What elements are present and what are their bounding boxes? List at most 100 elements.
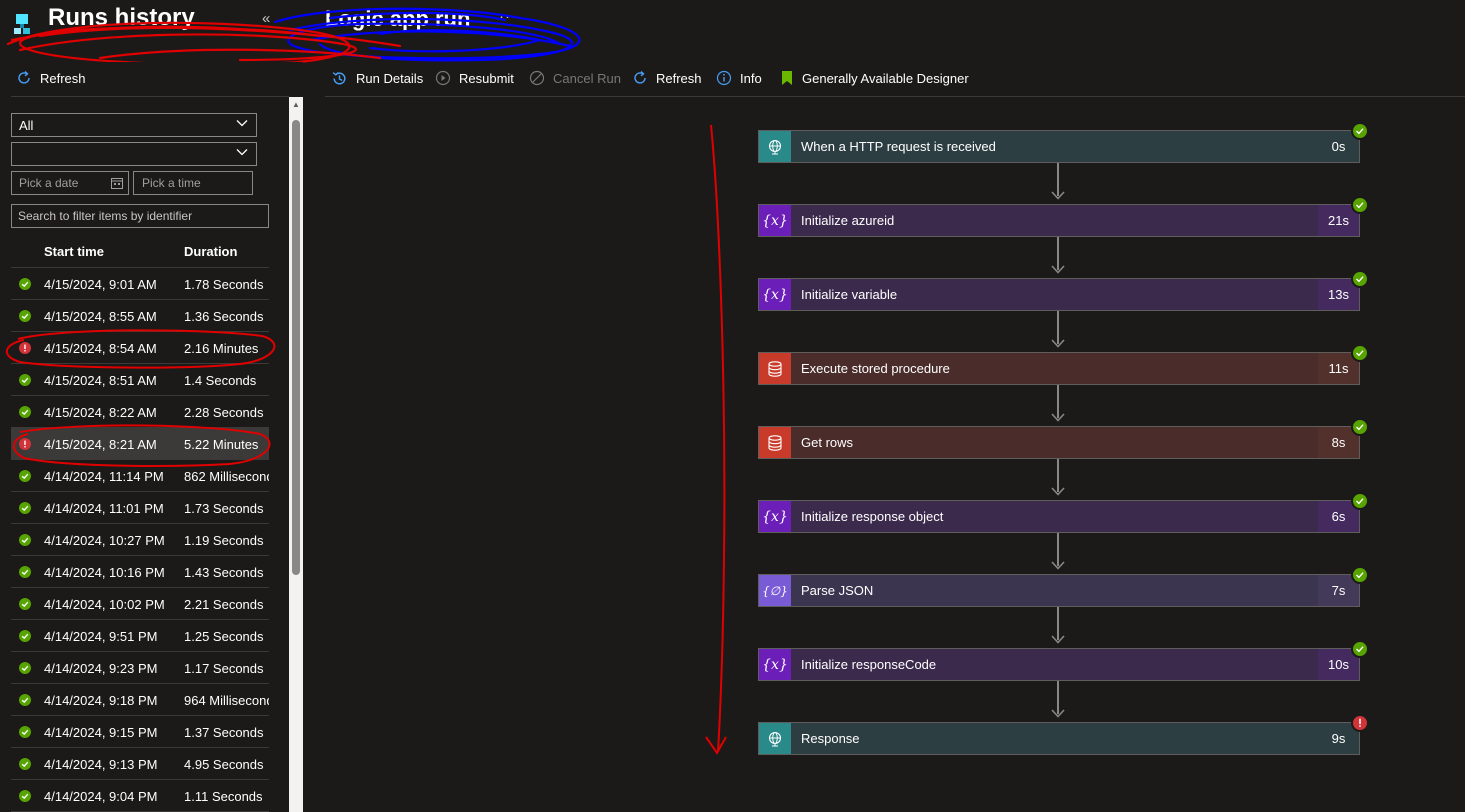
step-icon-box — [759, 427, 791, 458]
variable-icon: {x} — [762, 508, 788, 525]
runs-filter-list: All Pick a date Pick a time Search to fi… — [11, 96, 289, 812]
table-row[interactable]: 4/14/2024, 9:23 PM 1.17 Seconds — [11, 652, 269, 684]
row-start-time: 4/14/2024, 10:27 PM — [44, 533, 165, 548]
arrow-down-icon — [1051, 487, 1065, 496]
table-row[interactable]: 4/14/2024, 10:16 PM 1.43 Seconds — [11, 556, 269, 588]
collapse-icon[interactable]: « — [262, 10, 270, 27]
cancel-run-button[interactable]: Cancel Run — [529, 70, 621, 86]
column-start-time[interactable]: Start time — [44, 244, 104, 259]
table-row[interactable]: 4/14/2024, 11:14 PM 862 Milliseconds — [11, 460, 269, 492]
scroll-up-icon[interactable]: ▲ — [292, 100, 300, 109]
arrow-down-icon — [1051, 635, 1065, 644]
step-label: Initialize variable — [801, 287, 898, 302]
designer-label: Generally Available Designer — [802, 70, 969, 86]
table-row[interactable]: 4/14/2024, 9:04 PM 1.11 Seconds — [11, 780, 269, 812]
resubmit-icon — [435, 70, 451, 86]
column-duration[interactable]: Duration — [184, 244, 237, 259]
arrow-down-icon — [1051, 191, 1065, 200]
resubmit-button[interactable]: Resubmit — [435, 70, 514, 86]
workflow-step-card[interactable]: {x} Initialize response object 6s — [758, 492, 1369, 533]
success-badge-icon — [1351, 270, 1369, 288]
globe-icon — [768, 731, 782, 746]
table-row[interactable]: 4/14/2024, 9:18 PM 964 Milliseconds — [11, 684, 269, 716]
success-icon — [19, 598, 31, 610]
globe-icon — [768, 139, 782, 154]
runs-history-panel: Refresh All Pick a date Pick a time Sear… — [0, 62, 303, 812]
variable-icon: {x} — [762, 286, 788, 303]
command-bar: Run Details Resubmit Cancel Run Refresh … — [325, 62, 1465, 97]
info-button[interactable]: Info — [716, 70, 762, 86]
row-start-time: 4/14/2024, 11:01 PM — [44, 501, 164, 516]
table-row[interactable]: 4/15/2024, 9:01 AM 1.78 Seconds — [11, 268, 269, 300]
row-duration: 2.28 Seconds — [184, 405, 264, 420]
step-icon-box — [759, 723, 791, 754]
row-start-time: 4/14/2024, 9:04 PM — [44, 789, 158, 804]
success-badge-icon — [1351, 566, 1369, 584]
table-row[interactable]: 4/15/2024, 8:54 AM 2.16 Minutes — [11, 332, 269, 364]
success-icon — [19, 278, 31, 290]
row-start-time: 4/15/2024, 8:55 AM — [44, 309, 157, 324]
row-duration: 1.25 Seconds — [184, 629, 264, 644]
table-row[interactable]: 4/14/2024, 9:51 PM 1.25 Seconds — [11, 620, 269, 652]
error-icon — [19, 438, 31, 450]
row-start-time: 4/14/2024, 9:51 PM — [44, 629, 158, 644]
run-title: Logic app run — [325, 6, 471, 31]
scrollbar-thumb[interactable] — [292, 120, 300, 575]
table-row[interactable]: 4/15/2024, 8:21 AM 5.22 Minutes — [11, 428, 269, 460]
error-icon — [19, 342, 31, 354]
workflow-step-card[interactable]: {∅} Parse JSON 7s — [758, 566, 1369, 607]
workflow-step-card[interactable]: When a HTTP request is received 0s — [758, 122, 1369, 163]
run-details-button[interactable]: Run Details — [331, 70, 423, 87]
date-picker[interactable]: Pick a date — [11, 171, 129, 195]
history-icon — [332, 72, 346, 85]
chevron-down-icon — [236, 120, 248, 127]
row-duration: 4.95 Seconds — [184, 757, 264, 772]
table-row[interactable]: 4/15/2024, 8:55 AM 1.36 Seconds — [11, 300, 269, 332]
refresh-button[interactable]: Refresh — [632, 70, 702, 86]
success-badge-icon — [1351, 196, 1369, 214]
table-row[interactable]: 4/14/2024, 9:13 PM 4.95 Seconds — [11, 748, 269, 780]
success-icon — [19, 310, 31, 322]
row-start-time: 4/14/2024, 9:18 PM — [44, 693, 158, 708]
time-picker[interactable]: Pick a time — [133, 171, 253, 195]
table-row[interactable]: 4/15/2024, 8:51 AM 1.4 Seconds — [11, 364, 269, 396]
run-details-label: Run Details — [356, 71, 424, 86]
workflow-step-card[interactable]: Execute stored procedure 11s — [758, 344, 1369, 385]
designer-button[interactable]: Generally Available Designer — [780, 70, 969, 86]
workflow-step-card[interactable]: {x} Initialize variable 13s — [758, 270, 1369, 311]
table-body: 4/15/2024, 9:01 AM 1.78 Seconds 4/15/2024,… — [11, 268, 269, 812]
success-icon — [19, 630, 31, 642]
table-row[interactable]: 4/14/2024, 11:01 PM 1.73 Seconds — [11, 492, 269, 524]
trigger-filter-dropdown[interactable] — [11, 142, 257, 166]
step-label: Initialize azureid — [801, 213, 895, 228]
status-filter-dropdown[interactable]: All — [11, 113, 257, 137]
table-row[interactable]: 4/15/2024, 8:22 AM 2.28 Seconds — [11, 396, 269, 428]
arrow-down-icon — [1051, 339, 1065, 348]
success-badge-icon — [1351, 122, 1369, 140]
search-input[interactable]: Search to filter items by identifier — [11, 204, 269, 228]
success-icon — [19, 374, 31, 386]
workflow-step-card[interactable]: {x} Initialize responseCode 10s — [758, 640, 1369, 681]
date-picker-placeholder: Pick a date — [19, 176, 79, 190]
success-badge-icon — [1351, 418, 1369, 436]
step-icon-box: {∅} — [759, 575, 791, 606]
workflow-step-card[interactable]: {x} Initialize azureid 21s — [758, 196, 1369, 237]
step-icon-box: {x} — [759, 649, 791, 680]
database-icon — [768, 434, 782, 451]
row-start-time: 4/14/2024, 9:13 PM — [44, 757, 158, 772]
workflow-step-card[interactable]: Get rows 8s — [758, 418, 1369, 459]
row-start-time: 4/15/2024, 8:54 AM — [44, 341, 157, 356]
row-duration: 862 Milliseconds — [184, 469, 269, 484]
table-row[interactable]: 4/14/2024, 10:02 PM 2.21 Seconds — [11, 588, 269, 620]
info-icon — [716, 70, 732, 86]
more-icon[interactable]: ··· — [499, 8, 517, 25]
row-duration: 2.21 Seconds — [184, 597, 264, 612]
left-refresh-button[interactable]: Refresh — [16, 70, 86, 86]
row-start-time: 4/15/2024, 8:21 AM — [44, 437, 157, 452]
table-row[interactable]: 4/14/2024, 9:15 PM 1.37 Seconds — [11, 716, 269, 748]
variable-icon: {x} — [762, 656, 788, 673]
workflow-step-card[interactable]: Response 9s — [758, 714, 1369, 755]
table-row[interactable]: 4/14/2024, 10:27 PM 1.19 Seconds — [11, 524, 269, 556]
arrow-down-icon — [1051, 709, 1065, 718]
row-start-time: 4/14/2024, 10:02 PM — [44, 597, 165, 612]
